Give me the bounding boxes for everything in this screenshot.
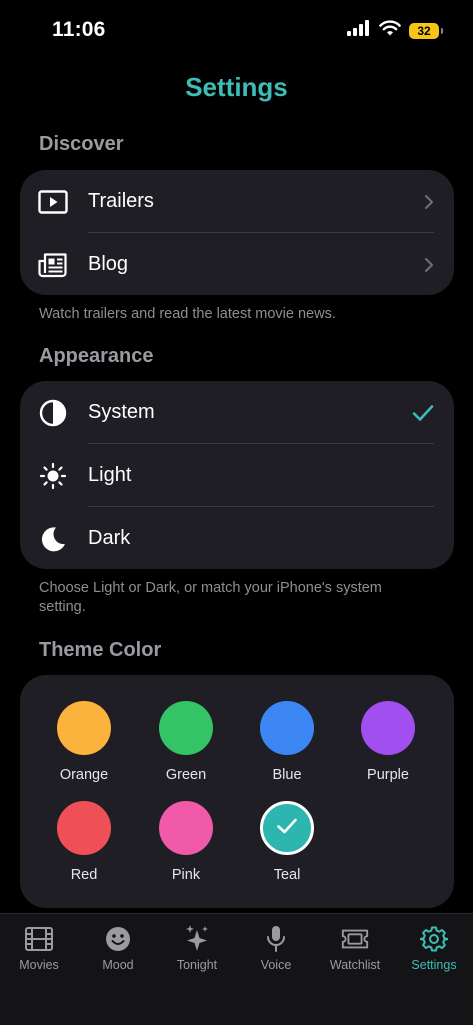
row-label-trailers: Trailers bbox=[88, 190, 154, 212]
row-trailers[interactable]: Trailers bbox=[20, 170, 454, 233]
section-header-discover: Discover bbox=[39, 133, 124, 155]
tab-movies[interactable]: Movies bbox=[0, 924, 78, 972]
row-label-light: Light bbox=[88, 464, 132, 486]
page-title: Settings bbox=[185, 72, 288, 102]
tab-label-movies: Movies bbox=[19, 958, 59, 972]
row-light[interactable]: Light bbox=[20, 444, 454, 507]
tab-label-voice: Voice bbox=[260, 958, 292, 972]
checkmark-icon bbox=[276, 817, 298, 840]
row-blog[interactable]: Blog bbox=[20, 233, 454, 296]
battery-indicator: 32 bbox=[409, 22, 443, 39]
newspaper-icon bbox=[38, 250, 68, 280]
discover-card: Trailers Blog bbox=[20, 170, 454, 295]
discover-footnote: Watch trailers and read the latest movie… bbox=[39, 306, 336, 322]
row-label-blog: Blog bbox=[88, 253, 129, 275]
chevron-right-icon bbox=[424, 194, 434, 210]
theme-color-card: Orange Green Blue Purple Red Pink Teal bbox=[20, 675, 454, 908]
swatch-pink[interactable]: Pink bbox=[136, 801, 236, 883]
swatch-red[interactable]: Red bbox=[34, 801, 134, 883]
play-icon bbox=[38, 187, 68, 217]
tab-settings[interactable]: Settings bbox=[395, 924, 473, 972]
gear-icon bbox=[419, 924, 449, 954]
chevron-right-icon bbox=[424, 257, 434, 273]
status-indicators: 32 bbox=[347, 20, 443, 41]
swatch-circle bbox=[361, 701, 415, 755]
row-label-system: System bbox=[88, 401, 155, 423]
row-system[interactable]: System bbox=[20, 381, 454, 444]
half-circle-icon bbox=[38, 398, 68, 428]
tab-label-settings: Settings bbox=[411, 958, 457, 972]
section-header-theme-color: Theme Color bbox=[39, 639, 162, 661]
swatch-circle bbox=[159, 801, 213, 855]
swatch-circle bbox=[159, 701, 213, 755]
tab-mood[interactable]: Mood bbox=[79, 924, 157, 972]
swatch-label: Teal bbox=[273, 867, 301, 883]
status-time: 11:06 bbox=[52, 18, 106, 41]
swatch-circle bbox=[260, 701, 314, 755]
tab-label-mood: Mood bbox=[102, 958, 134, 972]
status-bar: 11:06 32 bbox=[0, 0, 473, 60]
swatch-circle-selected bbox=[260, 801, 314, 855]
film-icon bbox=[24, 924, 54, 954]
tab-label-watchlist: Watchlist bbox=[329, 958, 381, 972]
sun-icon bbox=[38, 461, 68, 491]
swatch-label: Orange bbox=[59, 767, 109, 783]
swatch-label: Pink bbox=[171, 867, 201, 883]
swatch-label: Red bbox=[70, 867, 98, 883]
appearance-footnote: Choose Light or Dark, or match your iPho… bbox=[39, 580, 382, 615]
swatch-teal[interactable]: Teal bbox=[237, 801, 337, 883]
swatch-circle bbox=[57, 701, 111, 755]
tab-watchlist[interactable]: Watchlist bbox=[316, 924, 394, 972]
checkmark-icon bbox=[412, 404, 434, 422]
row-label-dark: Dark bbox=[88, 527, 131, 549]
row-dark[interactable]: Dark bbox=[20, 507, 454, 570]
swatch-green[interactable]: Green bbox=[136, 701, 236, 783]
smiley-icon bbox=[103, 924, 133, 954]
swatch-orange[interactable]: Orange bbox=[34, 701, 134, 783]
sparkles-icon bbox=[182, 924, 212, 954]
tab-voice[interactable]: Voice bbox=[237, 924, 315, 972]
swatch-circle bbox=[57, 801, 111, 855]
cellular-signal-icon bbox=[347, 20, 371, 41]
ticket-icon bbox=[340, 924, 370, 954]
appearance-card: System Light Dark bbox=[20, 381, 454, 569]
microphone-icon bbox=[261, 924, 291, 954]
swatch-label: Green bbox=[165, 767, 207, 783]
wifi-icon bbox=[379, 20, 401, 41]
swatch-label: Purple bbox=[367, 767, 409, 783]
section-header-appearance: Appearance bbox=[39, 345, 154, 367]
moon-icon bbox=[38, 524, 68, 554]
tab-tonight[interactable]: Tonight bbox=[158, 924, 236, 972]
swatch-blue[interactable]: Blue bbox=[237, 701, 337, 783]
swatch-label: Blue bbox=[272, 767, 302, 783]
tab-label-tonight: Tonight bbox=[176, 958, 218, 972]
tab-bar: Movies Mood Tonight Voice Watchlist Sett… bbox=[0, 913, 473, 1025]
swatch-purple[interactable]: Purple bbox=[338, 701, 438, 783]
